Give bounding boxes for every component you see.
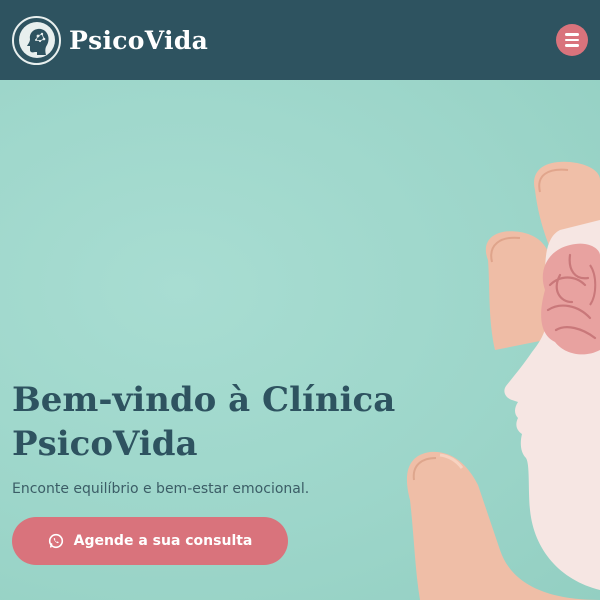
cta-label: Agende a sua consulta bbox=[73, 533, 253, 549]
hero-title: Bem-vindo à Clínica PsicoVida bbox=[12, 380, 396, 464]
book-consultation-button[interactable]: Agende a sua consulta bbox=[12, 517, 288, 565]
head-silhouette-icon[interactable] bbox=[12, 15, 61, 65]
hamburger-menu-icon[interactable] bbox=[556, 24, 588, 56]
hero-subtitle: Enconte equilíbrio e bem-estar emocional… bbox=[12, 481, 310, 497]
brand-name[interactable]: PsicoVida bbox=[69, 26, 208, 55]
hero-section: Bem-vindo à Clínica PsicoVida Enconte eq… bbox=[0, 80, 600, 600]
navbar: PsicoVida bbox=[0, 0, 600, 80]
whatsapp-icon bbox=[48, 533, 63, 549]
